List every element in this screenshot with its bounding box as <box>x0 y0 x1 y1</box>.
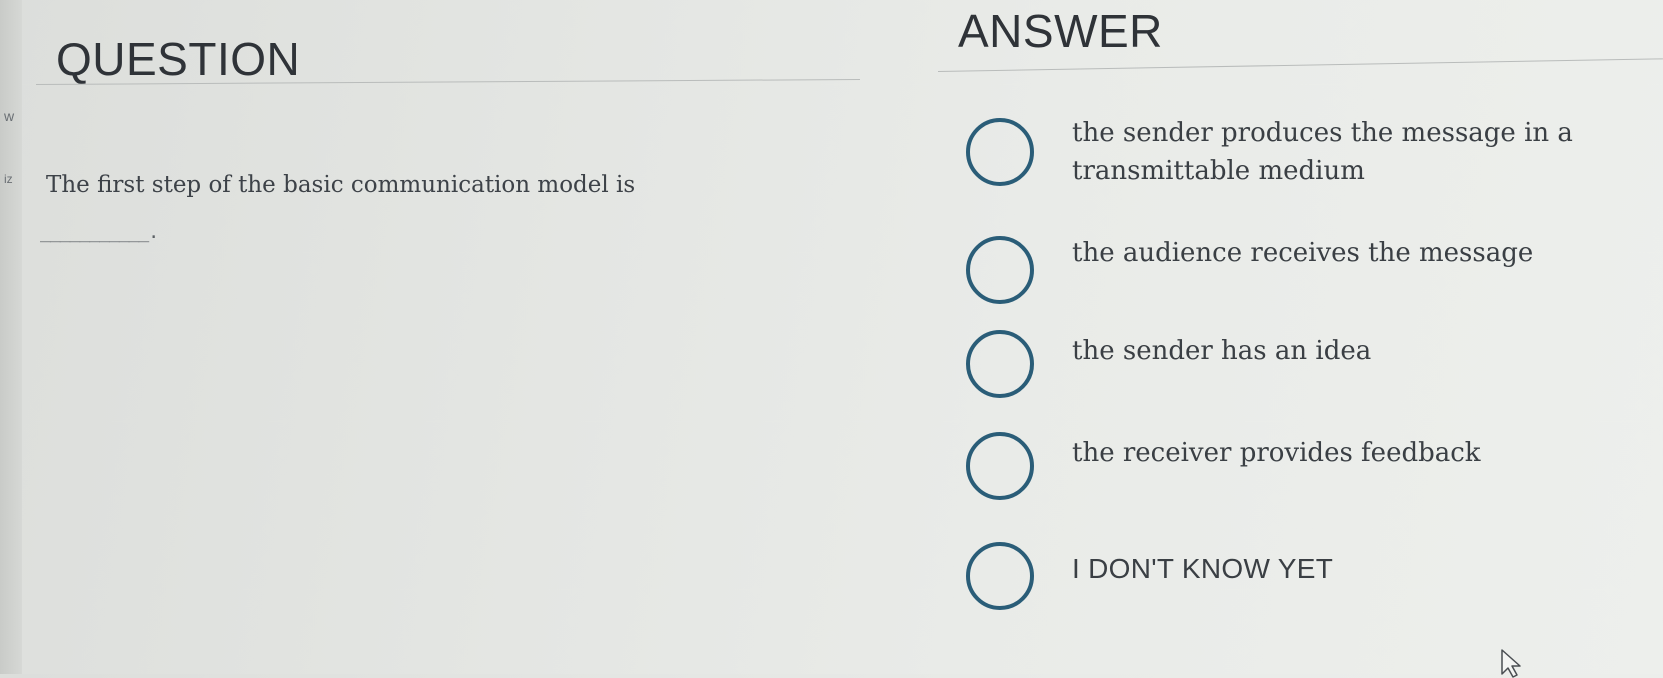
answer-option-4[interactable]: the receiver provides feedback <box>966 432 1586 512</box>
edge-text-fragment: iz <box>4 172 13 186</box>
answer-divider <box>937 58 1663 72</box>
answer-option-label: the sender produces the message in a tra… <box>1072 118 1573 186</box>
answer-option-label: the sender has an idea <box>1072 336 1372 366</box>
radio-button[interactable] <box>966 118 1034 186</box>
edge-text-fragment: w <box>4 108 15 124</box>
answer-option-2[interactable]: the audience receives the message <box>966 230 1586 310</box>
question-text: The first step of the basic communicatio… <box>46 172 636 198</box>
answer-option-1[interactable]: the sender produces the message in a tra… <box>966 114 1586 194</box>
answer-heading: ANSWER <box>958 5 1163 57</box>
answer-option-3[interactable]: the sender has an idea <box>966 330 1586 410</box>
question-heading: QUESTION <box>56 33 301 85</box>
answer-option-label: I DON'T KNOW YET <box>1072 553 1334 584</box>
radio-button[interactable] <box>966 330 1034 398</box>
radio-button[interactable] <box>966 432 1034 500</box>
answer-option-5[interactable]: I DON'T KNOW YET <box>966 540 1586 620</box>
question-blank: ___________. <box>40 222 159 243</box>
radio-button[interactable] <box>966 542 1034 610</box>
radio-button[interactable] <box>966 236 1034 304</box>
answer-option-label: the receiver provides feedback <box>1072 438 1481 468</box>
answer-option-label: the audience receives the message <box>1072 238 1534 268</box>
left-edge-panel <box>0 0 22 674</box>
